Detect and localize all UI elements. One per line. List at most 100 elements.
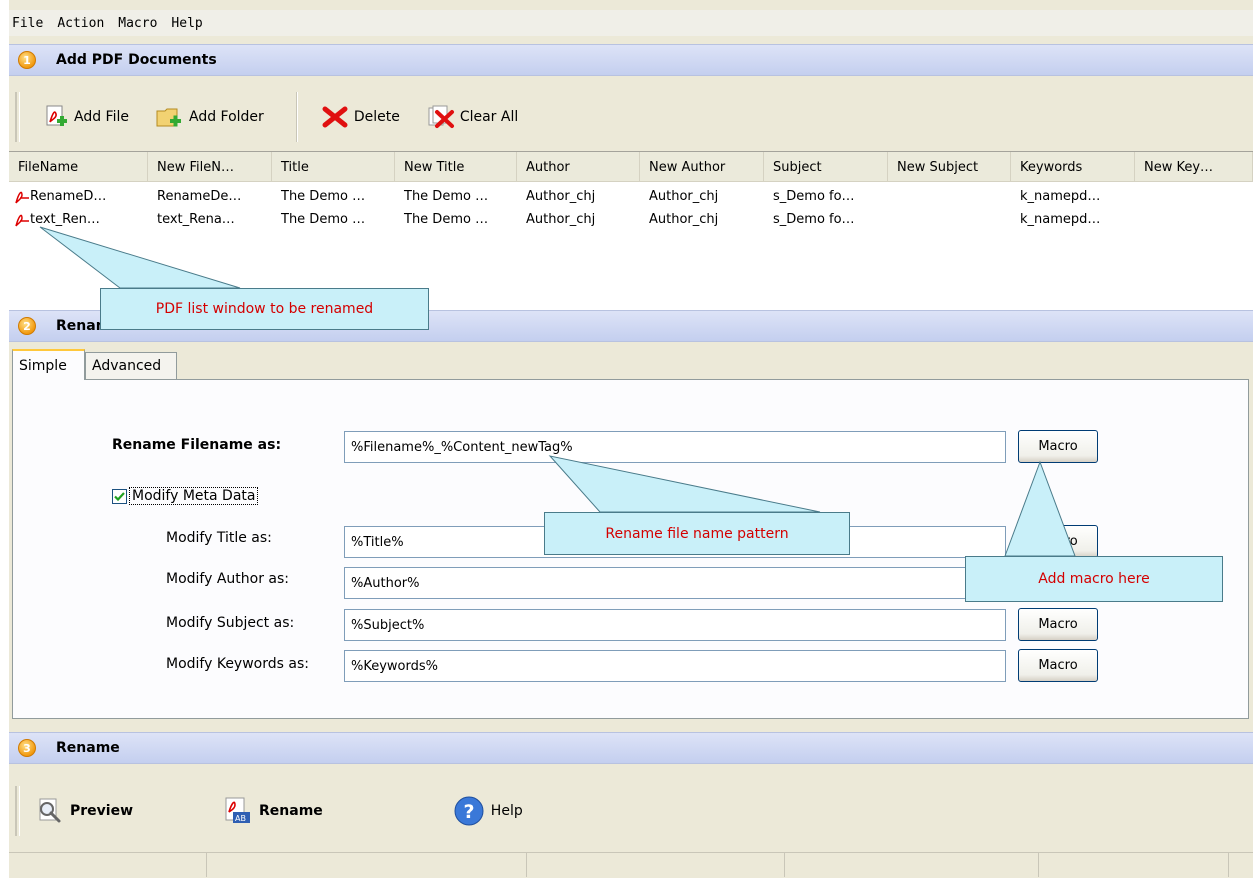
cell-text: RenameD… [30, 189, 107, 204]
column-header-title[interactable]: Title [272, 152, 395, 182]
status-pane [9, 853, 207, 877]
column-header-filename[interactable]: FileName [9, 152, 148, 182]
cell-title: The Demo … [281, 189, 366, 204]
column-header-new-subject[interactable]: New Subject [888, 152, 1011, 182]
add-file-label: Add File [74, 109, 129, 125]
cell-keywords: k_namepd… [1020, 189, 1101, 204]
modify-author-input[interactable] [344, 567, 1006, 599]
keywords-macro-button[interactable]: Macro [1018, 649, 1098, 682]
preview-label: Preview [70, 803, 134, 819]
modify-keywords-label: Modify Keywords as: [166, 656, 309, 672]
cell-title: The Demo … [281, 212, 366, 227]
modify-title-label: Modify Title as: [166, 530, 272, 546]
cell-new-filename: text_Rena… [157, 212, 235, 227]
cell-new-title: The Demo … [404, 212, 489, 227]
step-3-badge: 3 [18, 739, 36, 757]
title-macro-button[interactable]: Macro [1018, 525, 1098, 558]
subject-macro-button[interactable]: Macro [1018, 608, 1098, 641]
add-folder-button[interactable]: Add Folder [147, 97, 272, 137]
tab-advanced[interactable]: Advanced [85, 352, 177, 379]
rename-filename-input[interactable] [344, 431, 1006, 463]
section-rename-title: Rename [56, 740, 120, 756]
toolbar-separator [295, 92, 298, 142]
menu-bar: File Action Macro Help [9, 10, 1253, 36]
toolbar: Add File Add Folder Delete Clear All [9, 84, 1253, 150]
section-add-title: Add PDF Documents [56, 52, 217, 68]
add-folder-icon [156, 108, 181, 127]
clear-all-icon [428, 105, 454, 128]
add-file-button[interactable]: Add File [36, 97, 137, 137]
rename-filename-label: Rename Filename as: [112, 437, 282, 453]
status-bar [9, 852, 1253, 878]
cell-text: text_Ren… [30, 212, 100, 227]
cell-filename: text_Ren… [9, 212, 148, 228]
cell-new-title: The Demo … [404, 189, 489, 204]
toolbar-grip [15, 92, 20, 142]
menu-file[interactable]: File [12, 16, 43, 31]
status-pane [1039, 853, 1229, 877]
status-pane [785, 853, 1039, 877]
status-pane [527, 853, 785, 877]
menu-macro[interactable]: Macro [118, 16, 157, 31]
svg-text:AB: AB [235, 814, 246, 823]
list-header: FileName New FileN… Title New Title Auth… [9, 152, 1253, 182]
cell-subject: s_Demo fo… [773, 189, 855, 204]
modify-meta-label[interactable]: Modify Meta Data [129, 487, 259, 505]
pdf-file-icon [15, 191, 29, 203]
rename-button[interactable]: AB Rename [223, 791, 323, 831]
pdf-list-view[interactable]: FileName New FileN… Title New Title Auth… [9, 151, 1253, 310]
help-button[interactable]: ? Help [453, 791, 523, 831]
action-bar: Preview AB Rename ? Help [9, 771, 1253, 851]
clear-all-label: Clear All [459, 109, 519, 125]
preview-magnifier-icon [39, 798, 61, 823]
table-row[interactable]: RenameD… RenameDe… The Demo … The Demo …… [9, 185, 1253, 208]
column-header-keywords[interactable]: Keywords [1011, 152, 1135, 182]
actionbar-grip [15, 786, 20, 836]
column-header-new-keywords[interactable]: New Key… [1135, 152, 1253, 182]
add-folder-label: Add Folder [188, 109, 264, 125]
cell-new-author: Author_chj [649, 212, 719, 227]
column-header-author[interactable]: Author [517, 152, 640, 182]
table-row[interactable]: text_Ren… text_Rena… The Demo … The Demo… [9, 208, 1253, 231]
modify-subject-input[interactable] [344, 609, 1006, 641]
section-rename-header: 3 Rename [9, 732, 1253, 764]
column-header-subject[interactable]: Subject [764, 152, 888, 182]
column-header-new-author[interactable]: New Author [640, 152, 764, 182]
modify-keywords-input[interactable] [344, 650, 1006, 682]
tab-simple[interactable]: Simple [12, 349, 85, 380]
cell-new-author: Author_chj [649, 189, 719, 204]
column-header-new-title[interactable]: New Title [395, 152, 517, 182]
step-1-badge: 1 [18, 51, 36, 69]
delete-button[interactable]: Delete [312, 97, 408, 137]
callout-pdf-list: PDF list window to be renamed [100, 288, 429, 330]
rename-pdf-icon: AB [225, 797, 251, 823]
add-pdf-file-icon [46, 105, 67, 126]
cell-subject: s_Demo fo… [773, 212, 855, 227]
svg-text:?: ? [463, 801, 474, 823]
delete-x-icon [322, 106, 348, 128]
menu-help[interactable]: Help [171, 16, 202, 31]
menu-action[interactable]: Action [57, 16, 104, 31]
clear-all-button[interactable]: Clear All [418, 97, 526, 137]
delete-label: Delete [353, 109, 400, 125]
cell-author: Author_chj [526, 212, 596, 227]
callout-pattern: Rename file name pattern [544, 512, 850, 555]
help-question-icon: ? [454, 796, 484, 826]
modify-meta-checkbox[interactable] [112, 489, 127, 504]
cell-new-filename: RenameDe… [157, 189, 242, 204]
step-2-badge: 2 [18, 317, 36, 335]
rename-label: Rename [259, 803, 323, 819]
callout-macro: Add macro here [965, 556, 1223, 602]
status-pane [207, 853, 527, 877]
preview-button[interactable]: Preview [36, 791, 133, 831]
filename-macro-button[interactable]: Macro [1018, 430, 1098, 463]
checkmark-icon [114, 492, 125, 502]
section-add-header: 1 Add PDF Documents [9, 44, 1253, 76]
tab-strip: Simple Advanced [9, 349, 1253, 380]
cell-keywords: k_namepd… [1020, 212, 1101, 227]
cell-filename: RenameD… [9, 189, 148, 205]
modify-author-label: Modify Author as: [166, 571, 290, 587]
modify-subject-label: Modify Subject as: [166, 615, 295, 631]
pdf-file-icon [15, 214, 29, 226]
column-header-new-filename[interactable]: New FileN… [148, 152, 272, 182]
